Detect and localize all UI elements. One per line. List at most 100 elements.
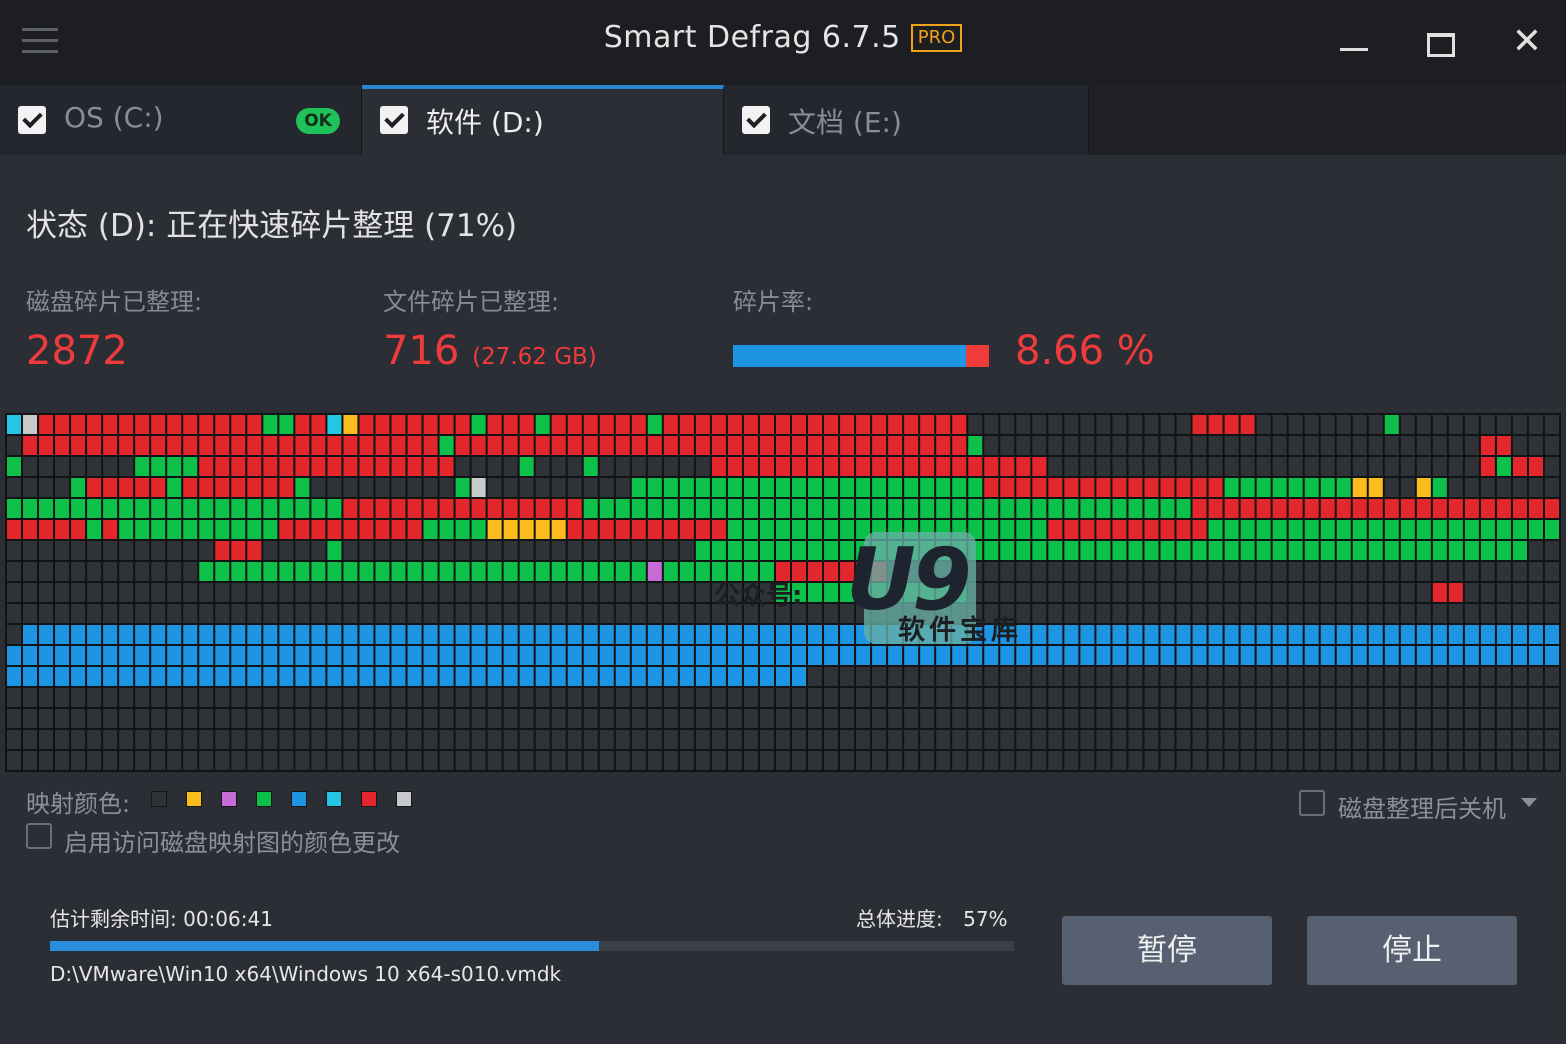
disk-block (423, 478, 438, 497)
maximize-button[interactable] (1416, 20, 1464, 64)
disk-block (695, 520, 710, 539)
disk-block (471, 436, 486, 455)
tab-checkbox-d[interactable] (380, 106, 408, 134)
tab-drive-e[interactable]: 文档 (E:) (724, 85, 1089, 155)
disk-block (151, 457, 166, 476)
disk-block (1432, 436, 1447, 455)
disk-block (167, 562, 182, 581)
disk-block (1192, 457, 1207, 476)
disk-block (7, 562, 22, 581)
tab-checkbox-c[interactable] (18, 106, 46, 134)
disk-block (904, 730, 919, 749)
disk-block (1304, 457, 1319, 476)
disk-block (711, 646, 726, 665)
disk-block (727, 751, 742, 770)
disk-block (1512, 625, 1527, 644)
disk-block (872, 478, 887, 497)
disk-block (1224, 583, 1239, 602)
disk-block (471, 709, 486, 728)
disk-block (1512, 667, 1527, 686)
disk-block (1096, 583, 1111, 602)
disk-block (599, 751, 614, 770)
disk-block (375, 499, 390, 518)
disk-block (55, 541, 70, 560)
disk-block (1544, 604, 1559, 623)
disk-block (1288, 604, 1303, 623)
disk-block (1544, 436, 1559, 455)
disk-block (631, 415, 646, 434)
disk-block (1432, 667, 1447, 686)
disk-block (759, 457, 774, 476)
disk-block (471, 541, 486, 560)
remaining-time-value: 00:06:41 (183, 907, 273, 931)
shutdown-option[interactable]: 磁盘整理后关机 (1299, 788, 1539, 823)
disk-block (695, 688, 710, 707)
disk-block (1448, 709, 1463, 728)
disk-block (1224, 688, 1239, 707)
disk-block (1384, 646, 1399, 665)
disk-block (1064, 646, 1079, 665)
disk-block (215, 541, 230, 560)
disk-block (647, 604, 662, 623)
disk-block (647, 457, 662, 476)
shutdown-dropdown-icon[interactable] (1521, 798, 1537, 807)
disk-block (1160, 730, 1175, 749)
disk-block (968, 709, 983, 728)
disk-block (1112, 520, 1127, 539)
disk-block (775, 667, 791, 686)
disk-block (872, 457, 887, 476)
disk-block (247, 562, 262, 581)
disk-block (599, 604, 614, 623)
disk-block (1224, 415, 1239, 434)
disk-block (1224, 499, 1239, 518)
disk-block (423, 604, 438, 623)
close-button[interactable]: ✕ (1503, 20, 1551, 64)
disk-block (1448, 583, 1463, 602)
disk-block (55, 562, 70, 581)
disk-block (1208, 667, 1223, 686)
disk-block (327, 604, 342, 623)
disk-block (1128, 499, 1143, 518)
disk-block (167, 499, 182, 518)
disk-block (359, 751, 374, 770)
disk-block (1000, 436, 1015, 455)
disk-block (327, 688, 342, 707)
disk-block (1288, 583, 1303, 602)
tab-drive-d[interactable]: 软件 (D:) ✲ (362, 85, 1066, 155)
disk-block (1336, 688, 1351, 707)
disk-block (439, 604, 454, 623)
color-change-checkbox[interactable] (26, 823, 52, 849)
tab-drive-c[interactable]: OS (C:) OK (0, 85, 362, 155)
shutdown-checkbox[interactable] (1299, 790, 1325, 816)
disk-block (920, 436, 935, 455)
stop-button[interactable]: 停止 (1307, 916, 1517, 985)
disk-block (23, 457, 38, 476)
disk-block (1176, 730, 1191, 749)
disk-block (840, 730, 855, 749)
disk-block (39, 415, 54, 434)
tab-checkbox-e[interactable] (742, 106, 770, 134)
disk-block (391, 625, 406, 644)
disk-block (487, 688, 502, 707)
disk-block (135, 499, 150, 518)
disk-block (1000, 541, 1015, 560)
disk-block (535, 625, 550, 644)
disk-block (759, 730, 774, 749)
disk-block (119, 436, 134, 455)
disk-block (551, 709, 566, 728)
disk-block (487, 730, 502, 749)
disk-block (1528, 583, 1543, 602)
disk-block (1384, 583, 1399, 602)
pause-button[interactable]: 暂停 (1062, 916, 1272, 985)
disk-block (679, 709, 694, 728)
disk-block (1432, 646, 1447, 665)
disk-block (872, 667, 887, 686)
disk-block (1432, 751, 1447, 770)
disk-block (1064, 667, 1079, 686)
minimize-button[interactable] (1330, 20, 1378, 64)
disk-block (23, 499, 38, 518)
disk-block (583, 667, 598, 686)
disk-block (327, 667, 342, 686)
disk-block (1080, 499, 1095, 518)
disk-block (888, 478, 903, 497)
